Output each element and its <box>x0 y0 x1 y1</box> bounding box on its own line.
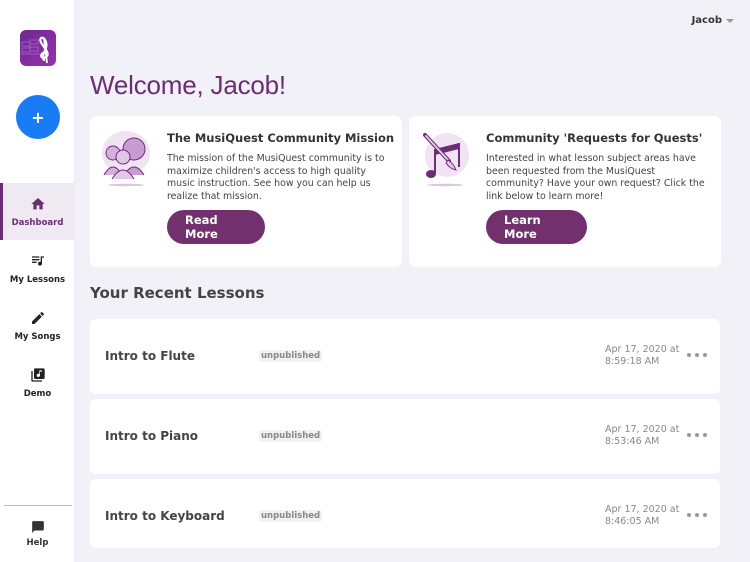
lesson-row[interactable]: Intro to Piano unpublished Apr 17, 2020 … <box>90 399 720 474</box>
music-note-brush-icon <box>419 129 471 187</box>
sidebar-item-label: My Songs <box>14 331 61 342</box>
user-menu[interactable]: Jacob <box>692 15 734 26</box>
pencil-icon <box>30 310 46 326</box>
community-people-icon <box>100 129 152 187</box>
date-line: Apr 17, 2020 at <box>605 424 680 435</box>
sidebar-item-my-songs[interactable]: My Songs <box>0 297 75 354</box>
lesson-date: Apr 17, 2020 at 8:46:05 AM <box>605 504 685 528</box>
more-options-icon[interactable] <box>687 427 707 443</box>
status-badge: unpublished <box>259 510 323 522</box>
lesson-name: Intro to Keyboard <box>105 509 225 523</box>
sidebar-nav: Dashboard My Lessons My Songs Demo <box>0 183 75 411</box>
time-line: 8:59:18 AM <box>605 356 660 367</box>
help-label: Help <box>26 538 49 548</box>
date-line: Apr 17, 2020 at <box>605 344 680 355</box>
learn-more-button[interactable]: Learn More <box>486 210 587 244</box>
more-options-icon[interactable] <box>687 347 707 363</box>
lesson-date: Apr 17, 2020 at 8:53:46 AM <box>605 424 685 448</box>
date-line: Apr 17, 2020 at <box>605 504 680 515</box>
add-button[interactable]: + <box>16 95 60 139</box>
treble-clef-logo-icon[interactable] <box>20 30 56 66</box>
more-options-icon[interactable] <box>687 507 707 523</box>
read-more-button[interactable]: Read More <box>167 210 265 244</box>
lesson-row[interactable]: Intro to Keyboard unpublished Apr 17, 20… <box>90 479 720 548</box>
card-description: The mission of the MusiQuest community i… <box>167 153 385 202</box>
requests-card: Community 'Requests for Quests' Interest… <box>409 116 721 267</box>
mission-card: The MusiQuest Community Mission The miss… <box>90 116 402 267</box>
sidebar-item-label: Dashboard <box>11 217 64 228</box>
lesson-name: Intro to Flute <box>105 349 195 363</box>
library-music-icon <box>30 367 46 383</box>
sidebar-item-label: My Lessons <box>9 274 66 285</box>
status-badge: unpublished <box>259 350 323 362</box>
status-badge: unpublished <box>259 430 323 442</box>
sidebar-item-my-lessons[interactable]: My Lessons <box>0 240 75 297</box>
card-title: The MusiQuest Community Mission <box>167 131 395 145</box>
chat-bubble-icon <box>31 520 45 534</box>
lesson-date: Apr 17, 2020 at 8:59:18 AM <box>605 344 685 368</box>
lesson-row[interactable]: Intro to Flute unpublished Apr 17, 2020 … <box>90 319 720 394</box>
caret-down-icon <box>726 18 734 23</box>
card-description: Interested in what lesson subject areas … <box>486 153 705 202</box>
sidebar-divider <box>4 505 72 506</box>
sidebar-item-demo[interactable]: Demo <box>0 354 75 411</box>
home-icon <box>30 196 46 212</box>
time-line: 8:46:05 AM <box>605 516 660 527</box>
user-name: Jacob <box>691 15 722 26</box>
sidebar-item-dashboard[interactable]: Dashboard <box>0 183 75 240</box>
playlist-music-icon <box>30 253 46 269</box>
plus-icon: + <box>31 107 45 127</box>
page-title: Welcome, Jacob! <box>90 70 286 100</box>
time-line: 8:53:46 AM <box>605 436 660 447</box>
sidebar: + Dashboard My Lessons My Songs Demo Hel… <box>0 0 75 562</box>
help-button[interactable]: Help <box>0 520 75 548</box>
section-title: Your Recent Lessons <box>90 284 265 302</box>
lesson-name: Intro to Piano <box>105 429 199 443</box>
card-title: Community 'Requests for Quests' <box>486 131 703 145</box>
sidebar-item-label: Demo <box>23 388 52 399</box>
